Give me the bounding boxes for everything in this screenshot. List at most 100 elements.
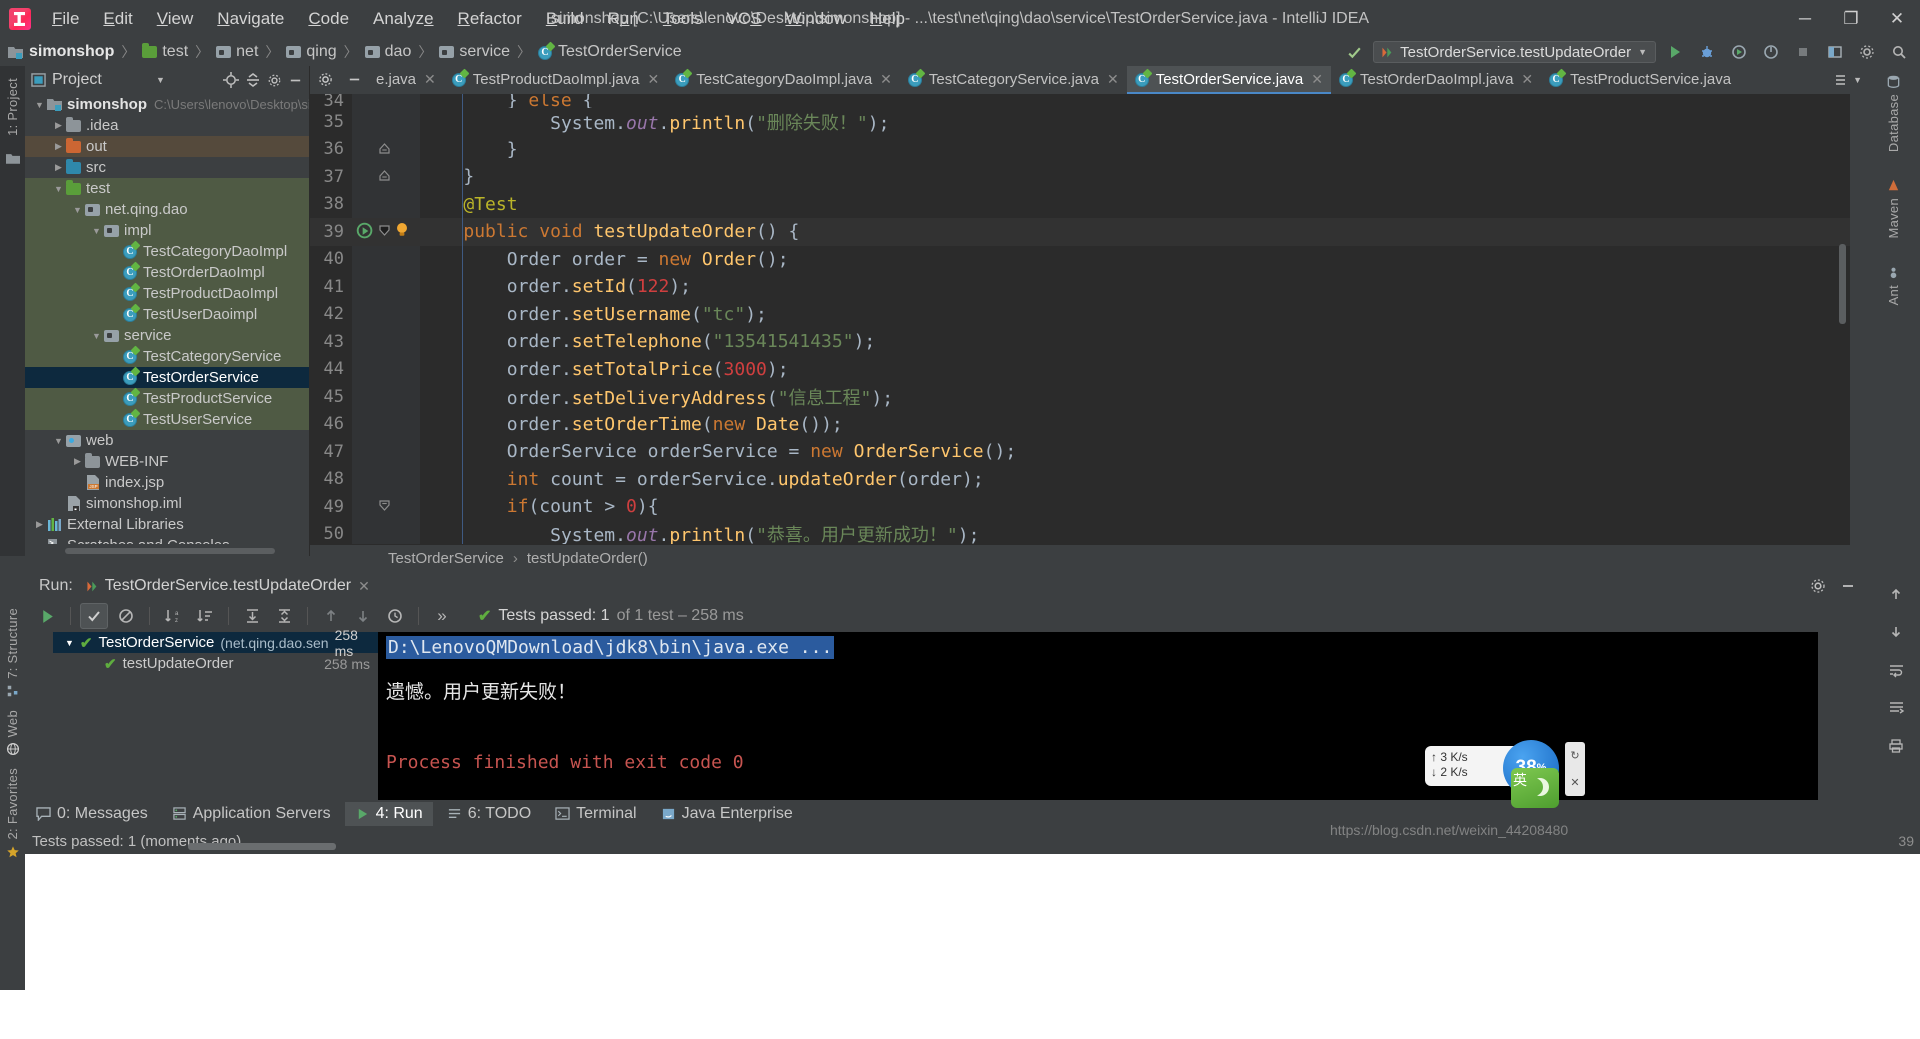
menu-window[interactable]: Window xyxy=(775,5,857,33)
tree-item-testuserservice[interactable]: C TestUserService xyxy=(25,408,309,430)
toolwindow-button-0-messages[interactable]: 0: Messages xyxy=(26,802,158,826)
menu-tools[interactable]: Tools xyxy=(652,5,714,33)
tree-item-external-libraries[interactable]: ▶ External Libraries xyxy=(25,514,309,535)
editor-tab-e-java[interactable]: e.java ✕ xyxy=(310,66,444,94)
sort-alphabetically-icon[interactable]: az xyxy=(159,603,187,629)
widget-close-icon[interactable]: ✕ xyxy=(1570,776,1579,789)
editor-line-35[interactable]: 35 System.out.println("删除失败！"); xyxy=(310,108,1850,136)
scroll-down-icon[interactable] xyxy=(1888,624,1904,640)
scroll-to-end-icon[interactable] xyxy=(1888,700,1905,716)
menu-analyze[interactable]: Analyze xyxy=(362,5,445,33)
chevron-down-icon[interactable]: ▼ xyxy=(65,638,74,648)
editor-gutter-cell[interactable] xyxy=(352,218,420,246)
editor-gutter-cell[interactable] xyxy=(352,521,420,545)
search-icon[interactable] xyxy=(1886,41,1912,63)
sort-by-duration-icon[interactable] xyxy=(191,603,219,629)
editor-tab-testcategoryservice-java[interactable]: C TestCategoryService.java ✕ xyxy=(900,66,1127,94)
editor-tab-testorderdaoimpl-java[interactable]: C TestOrderDaoImpl.java ✕ xyxy=(1331,66,1541,94)
editor-tab-testproductservice-java[interactable]: C TestProductService.java xyxy=(1541,66,1739,94)
editor-gutter-cell[interactable] xyxy=(352,301,420,329)
breadcrumb-item-net[interactable]: net xyxy=(216,43,258,61)
editor-line-44[interactable]: 44 order.setTotalPrice(3000); xyxy=(310,356,1850,384)
run-test-gutter-icon[interactable] xyxy=(356,222,375,241)
left-strip-7-structure[interactable]: 7: Structure xyxy=(5,608,20,698)
editor-tabs-overflow[interactable]: ▼ xyxy=(1830,66,1866,94)
fold-arrow-icon[interactable] xyxy=(378,142,391,155)
chevron-down-icon[interactable]: ▼ xyxy=(156,75,165,85)
menu-refactor[interactable]: Refactor xyxy=(447,5,533,33)
widget-refresh-icon[interactable]: ↻ xyxy=(1570,749,1579,762)
build-icon[interactable] xyxy=(1341,41,1367,63)
close-icon[interactable]: ✕ xyxy=(648,71,660,88)
editor-gutter-cell[interactable] xyxy=(352,328,420,356)
tree-item-simonshop-iml[interactable]: simonshop.iml xyxy=(25,493,309,514)
menu-edit[interactable]: Edit xyxy=(92,5,143,33)
close-icon[interactable]: ✕ xyxy=(424,71,436,88)
editor-line-45[interactable]: 45 order.setDeliveryAddress("信息工程"); xyxy=(310,383,1850,411)
editor-gutter-cell[interactable] xyxy=(352,356,420,384)
toolwindow-button-4-run[interactable]: 4: Run xyxy=(344,802,433,826)
editor-gutter-cell[interactable] xyxy=(352,163,420,191)
editor-line-47[interactable]: 47 OrderService orderService = new Order… xyxy=(310,438,1850,466)
chevron-right-icon[interactable]: ▶ xyxy=(52,120,65,131)
chevron-down-icon[interactable]: ▼ xyxy=(1638,47,1647,57)
right-strip-ant[interactable]: Ant xyxy=(1886,265,1901,305)
hide-icon[interactable] xyxy=(347,72,362,87)
editor-tab-testcategorydaoimpl-java[interactable]: C TestCategoryDaoImpl.java ✕ xyxy=(667,66,900,94)
hide-ignored-icon[interactable] xyxy=(112,603,140,629)
editor-breadcrumb-item[interactable]: testUpdateOrder() xyxy=(527,550,648,567)
hide-icon[interactable] xyxy=(1840,578,1856,594)
tree-item-testuserdaoimpl[interactable]: C TestUserDaoimpl xyxy=(25,303,309,325)
tree-item-testproductdaoimpl[interactable]: C TestProductDaoImpl xyxy=(25,282,309,304)
tree-item-testcategoryservice[interactable]: C TestCategoryService xyxy=(25,345,309,367)
editor-gutter-cell[interactable] xyxy=(352,136,420,164)
test-history-icon[interactable] xyxy=(381,603,409,629)
layout-icon[interactable] xyxy=(1822,41,1848,63)
editor-breadcrumb[interactable]: TestOrderService › testUpdateOrder() xyxy=(310,544,1850,572)
toolwindow-button-6-todo[interactable]: 6: TODO xyxy=(437,802,541,826)
editor-gutter-cell[interactable] xyxy=(352,94,420,108)
chevron-down-icon[interactable]: ▼ xyxy=(90,331,103,341)
chevron-down-icon[interactable]: ▼ xyxy=(52,184,65,194)
fold-arrow-icon[interactable] xyxy=(378,169,391,182)
editor-tab-testproductdaoimpl-java[interactable]: C TestProductDaoImpl.java ✕ xyxy=(444,66,667,94)
breadcrumb-item-testorderservice[interactable]: C TestOrderService xyxy=(538,41,682,61)
run-icon[interactable] xyxy=(1662,41,1688,63)
editor-line-40[interactable]: 40 Order order = new Order(); xyxy=(310,246,1850,274)
tree-item-testproductservice[interactable]: C TestProductService xyxy=(25,387,309,409)
toolwindow-button-terminal[interactable]: Terminal xyxy=(545,802,646,826)
stop-icon[interactable] xyxy=(1790,41,1816,63)
breadcrumb-item-test[interactable]: test xyxy=(142,43,188,61)
print-icon[interactable] xyxy=(1888,738,1904,754)
editor-gutter-cell[interactable] xyxy=(352,438,420,466)
gear-icon[interactable] xyxy=(1810,578,1826,594)
right-strip-maven[interactable]: Maven xyxy=(1886,178,1901,239)
intention-bulb-icon[interactable] xyxy=(395,222,409,238)
gear-icon[interactable] xyxy=(318,72,333,87)
tabs-list-icon[interactable] xyxy=(1834,73,1850,87)
tree-item-web[interactable]: ▼ web xyxy=(25,430,309,451)
breadcrumb-item-dao[interactable]: dao xyxy=(364,43,411,61)
collapse-all-icon[interactable] xyxy=(270,603,298,629)
tree-item--idea[interactable]: ▶ .idea xyxy=(25,115,309,136)
editor-line-48[interactable]: 48 int count = orderService.updateOrder(… xyxy=(310,466,1850,494)
chevron-right-icon[interactable]: ▶ xyxy=(33,519,46,530)
chevron-down-icon[interactable]: ▼ xyxy=(33,100,46,110)
close-icon[interactable]: ✕ xyxy=(1521,71,1533,88)
right-strip-database[interactable]: Database xyxy=(1886,74,1901,152)
code-editor[interactable]: 34 } else {35 System.out.println("删除失败！"… xyxy=(310,94,1850,544)
close-icon[interactable]: ✕ xyxy=(880,71,892,88)
console-output[interactable]: D:\LenovoQMDownload\jdk8\bin\java.exe ..… xyxy=(378,632,1818,800)
folder-icon[interactable] xyxy=(5,152,20,164)
editor-line-49[interactable]: 49 if(count > 0){ xyxy=(310,493,1850,521)
tree-item-testorderdaoimpl[interactable]: C TestOrderDaoImpl xyxy=(25,261,309,283)
close-icon[interactable]: ✕ xyxy=(1107,71,1119,88)
editor-tab-testorderservice-java[interactable]: C TestOrderService.java ✕ xyxy=(1126,66,1332,94)
breadcrumb-item-qing[interactable]: qing xyxy=(286,43,337,61)
menu-navigate[interactable]: Navigate xyxy=(206,5,295,33)
tree-item-scratches-and-consoles[interactable]: Scratches and Consoles xyxy=(25,535,309,544)
chevron-down-icon[interactable]: ▼ xyxy=(71,205,84,215)
expand-all-icon[interactable] xyxy=(238,603,266,629)
scroll-up-icon[interactable] xyxy=(1888,586,1904,602)
close-icon[interactable]: ✕ xyxy=(1311,71,1323,88)
